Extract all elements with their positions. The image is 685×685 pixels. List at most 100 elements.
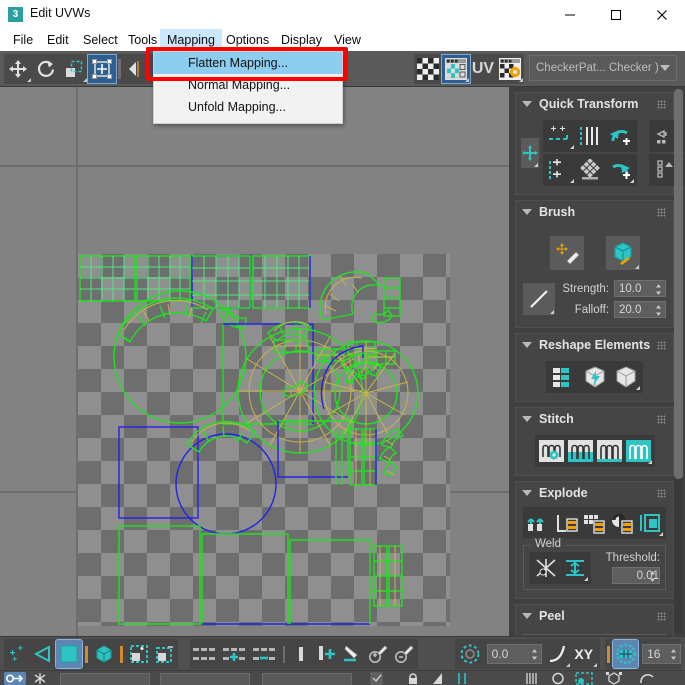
collapse-triangle-icon[interactable] xyxy=(522,490,532,496)
paint-select-sub-icon[interactable] xyxy=(392,640,418,668)
chevron-down-icon[interactable] xyxy=(660,65,670,71)
grow-selection-icon[interactable] xyxy=(190,640,220,668)
spinner-arrows-icon[interactable] xyxy=(531,648,538,661)
falloff-curve-icon[interactable] xyxy=(523,283,555,315)
rotate-icon[interactable] xyxy=(32,55,60,83)
collapse-triangle-icon[interactable] xyxy=(522,209,532,215)
rotate-cw-icon[interactable] xyxy=(605,156,635,184)
ring-uv-icon[interactable] xyxy=(288,640,314,668)
collapse-triangle-icon[interactable] xyxy=(522,416,532,422)
rollout-header-peel[interactable]: Peel xyxy=(516,605,673,627)
spinner-arrows-icon[interactable] xyxy=(670,648,677,661)
break-icon[interactable] xyxy=(525,509,553,537)
stitch-selected-icon[interactable] xyxy=(537,437,566,465)
pan-view-icon[interactable] xyxy=(638,672,656,685)
snowflake-icon[interactable] xyxy=(32,672,48,685)
stitch-auto-icon[interactable] xyxy=(624,437,653,465)
dropdown-item-2[interactable]: Unfold Mapping... xyxy=(154,96,342,118)
rollout-header-stitch[interactable]: Stitch xyxy=(516,408,673,430)
uv-layout-area[interactable] xyxy=(78,254,450,626)
rollout-header-quick-transform[interactable]: Quick Transform xyxy=(516,93,673,115)
spinner-arrows-icon[interactable] xyxy=(655,304,662,317)
menu-item-view[interactable]: View xyxy=(327,29,368,51)
zoom-selected-icon[interactable] xyxy=(605,672,623,685)
status-field-2[interactable] xyxy=(160,673,250,685)
show-map-checker-icon[interactable] xyxy=(441,54,471,84)
break-material-icon[interactable] xyxy=(581,509,609,537)
loop-uv-grow-icon[interactable] xyxy=(314,640,340,668)
rollout-header-reshape-elements[interactable]: Reshape Elements xyxy=(516,334,673,356)
close-button[interactable] xyxy=(639,0,685,29)
snap-grid-icon[interactable] xyxy=(611,639,640,669)
align-horizontal-icon[interactable] xyxy=(545,122,575,150)
select-invert-icon[interactable] xyxy=(152,640,178,668)
pan-tool-icon[interactable] xyxy=(430,672,446,685)
status-field-3[interactable] xyxy=(262,673,352,685)
menu-item-tools[interactable]: Tools xyxy=(121,29,164,51)
soft-selection-axis-label[interactable]: XY xyxy=(570,640,597,668)
maximize-button[interactable] xyxy=(593,0,639,29)
paint-select-icon[interactable] xyxy=(340,640,366,668)
paint-select-add-icon[interactable] xyxy=(366,640,392,668)
mirror-axis-icon[interactable] xyxy=(455,672,469,685)
grid-spacing-spinner[interactable]: 16 xyxy=(642,644,681,664)
menu-item-display[interactable]: Display xyxy=(274,29,329,51)
menu-item-options[interactable]: Options xyxy=(219,29,276,51)
dropdown-item-0[interactable]: Flatten Mapping... xyxy=(154,52,342,74)
checker-grid-icon[interactable] xyxy=(414,55,442,83)
menu-item-select[interactable]: Select xyxy=(76,29,125,51)
paint-move-brush-icon[interactable] xyxy=(549,236,584,270)
stitch-target-icon[interactable] xyxy=(595,437,624,465)
minimize-button[interactable] xyxy=(547,0,593,29)
strength-spinner[interactable]: 10.0 xyxy=(614,280,666,297)
falloff-spinner[interactable]: 20.0 xyxy=(614,301,666,318)
mirror-icon[interactable] xyxy=(123,55,151,83)
relax-brush-icon[interactable] xyxy=(605,236,640,270)
rollout-header-explode[interactable]: Explode xyxy=(516,482,673,504)
loop-selection-icon[interactable] xyxy=(250,640,280,668)
scrollbar-thumb[interactable] xyxy=(674,89,683,479)
relax-icon[interactable] xyxy=(610,363,641,391)
move-icon[interactable] xyxy=(4,55,32,83)
menu-item-edit[interactable]: Edit xyxy=(40,29,76,51)
rotate-ccw-icon[interactable] xyxy=(605,122,635,150)
menu-item-mapping[interactable]: Mapping xyxy=(160,29,222,51)
collapse-triangle-icon[interactable] xyxy=(522,613,532,619)
rescale-elements-icon[interactable] xyxy=(548,363,579,391)
material-id-field[interactable]: CheckerPat... Checker ) xyxy=(529,55,677,81)
shrink-selection-icon[interactable] xyxy=(220,640,250,668)
face-sub-object-icon[interactable] xyxy=(55,639,83,669)
zoom-extents-icon[interactable] xyxy=(550,672,566,685)
falloff-curve-icon[interactable] xyxy=(546,640,571,668)
select-by-element-icon[interactable] xyxy=(126,640,152,668)
threshold-spinner[interactable]: 0.01 xyxy=(612,567,660,584)
scale-icon[interactable] xyxy=(60,55,88,83)
lock-icon[interactable] xyxy=(406,672,420,685)
stitch-custom-icon[interactable] xyxy=(566,437,595,465)
target-weld-icon[interactable] xyxy=(531,554,560,582)
rollout-header-brush[interactable]: Brush xyxy=(516,201,673,223)
status-check-icon[interactable] xyxy=(370,672,384,685)
break-face-icon[interactable] xyxy=(636,509,664,537)
collapse-triangle-icon[interactable] xyxy=(522,342,532,348)
soft-selection-falloff-spinner[interactable]: 0.0 xyxy=(486,644,542,664)
uv-editor-viewport[interactable] xyxy=(0,87,509,636)
menu-item-file[interactable]: File xyxy=(6,29,40,51)
spinner-arrows-icon[interactable] xyxy=(655,283,662,296)
relax-until-flat-icon[interactable] xyxy=(579,363,610,391)
align-pivot-icon[interactable] xyxy=(521,138,539,168)
zoom-region-icon[interactable] xyxy=(525,672,541,685)
edge-sub-object-icon[interactable] xyxy=(30,640,56,668)
dropdown-item-1[interactable]: Normal Mapping... xyxy=(154,74,342,96)
break-angle-icon[interactable] xyxy=(553,509,581,537)
element-sub-object-icon[interactable] xyxy=(91,640,117,668)
status-field-1[interactable] xyxy=(60,673,150,685)
checker-options-icon[interactable] xyxy=(496,55,524,83)
lock-selection-icon[interactable] xyxy=(4,672,26,685)
spinner-arrows-icon[interactable] xyxy=(649,570,656,583)
command-panel[interactable]: Quick Transform Brush Strength: 10.0 Fal… xyxy=(509,87,685,636)
space-grid-icon[interactable] xyxy=(575,156,605,184)
soft-selection-icon[interactable] xyxy=(458,640,483,668)
vertex-sub-object-icon[interactable] xyxy=(4,640,30,668)
collapse-triangle-icon[interactable] xyxy=(522,101,532,107)
